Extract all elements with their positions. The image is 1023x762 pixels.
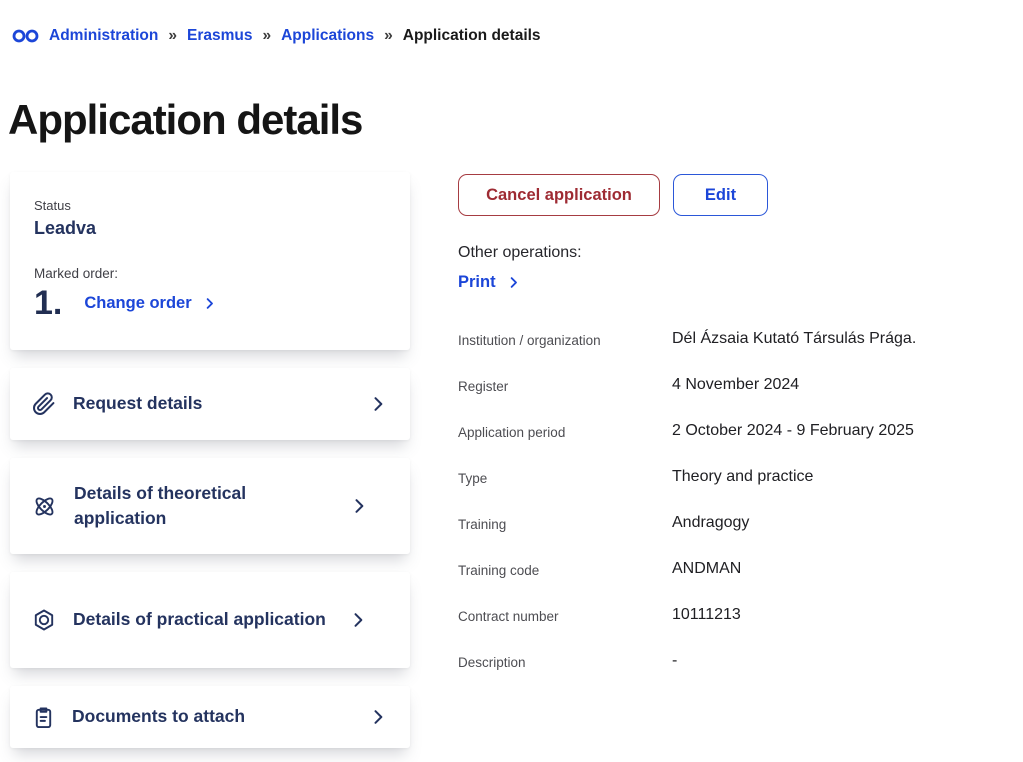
left-sidebar: Status Leadva Marked order: 1. Change or…: [10, 172, 410, 748]
detail-value: -: [672, 652, 948, 670]
breadcrumb-current-page: Application details: [403, 27, 541, 45]
chevron-right-icon: [202, 296, 217, 311]
detail-label: Register: [458, 376, 672, 394]
other-operations-label: Other operations:: [458, 244, 948, 262]
print-label: Print: [458, 273, 496, 292]
application-details-list: Institution / organization Dél Ázsaia Ku…: [458, 324, 948, 692]
breadcrumb-link-applications[interactable]: Applications: [281, 27, 374, 45]
detail-value: Theory and practice: [672, 468, 948, 486]
application-details-page: Administration » Erasmus » Applications …: [0, 0, 1023, 762]
nav-card-label: Details of theoretical application: [74, 481, 332, 532]
detail-row-contract-number: Contract number 10111213: [458, 600, 948, 646]
page-title: Application details: [8, 96, 362, 144]
chevron-right-icon: [506, 275, 521, 290]
edit-button[interactable]: Edit: [673, 174, 768, 216]
paperclip-icon: [32, 392, 56, 416]
chevron-right-icon: [349, 496, 369, 516]
main-content: Cancel application Edit Other operations…: [458, 174, 948, 692]
breadcrumb-link-erasmus[interactable]: Erasmus: [187, 27, 252, 45]
detail-label: Training: [458, 514, 672, 532]
status-card: Status Leadva Marked order: 1. Change or…: [10, 172, 410, 350]
status-value: Leadva: [34, 218, 386, 239]
marked-order-label: Marked order:: [34, 266, 386, 281]
chevron-right-icon: [368, 707, 388, 727]
hexagon-target-icon: [32, 608, 56, 632]
detail-row-type: Type Theory and practice: [458, 462, 948, 508]
app-logo-icon: [12, 28, 39, 44]
status-label: Status: [34, 198, 386, 213]
breadcrumb-separator: »: [168, 27, 177, 45]
nav-card-label: Documents to attach: [72, 704, 351, 729]
clipboard-icon: [32, 706, 55, 729]
print-link[interactable]: Print: [458, 273, 521, 292]
breadcrumb: Administration » Erasmus » Applications …: [12, 27, 541, 45]
detail-label: Type: [458, 468, 672, 486]
detail-value: 4 November 2024: [672, 376, 948, 394]
detail-label: Training code: [458, 560, 672, 578]
change-order-label: Change order: [84, 294, 191, 313]
detail-row-register: Register 4 November 2024: [458, 370, 948, 416]
nav-card-label: Request details: [73, 391, 351, 416]
breadcrumb-separator: »: [384, 27, 393, 45]
detail-label: Application period: [458, 422, 672, 440]
detail-row-application-period: Application period 2 October 2024 - 9 Fe…: [458, 416, 948, 462]
action-buttons: Cancel application Edit: [458, 174, 948, 216]
atom-icon: [32, 494, 57, 519]
detail-row-description: Description -: [458, 646, 948, 692]
detail-label: Contract number: [458, 606, 672, 624]
detail-value: Andragogy: [672, 514, 948, 532]
marked-order-value: 1.: [34, 286, 62, 320]
detail-value: 2 October 2024 - 9 February 2025: [672, 422, 948, 440]
chevron-right-icon: [348, 610, 368, 630]
detail-value: 10111213: [672, 606, 948, 624]
detail-row-training: Training Andragogy: [458, 508, 948, 554]
detail-value: ANDMAN: [672, 560, 948, 578]
detail-row-training-code: Training code ANDMAN: [458, 554, 948, 600]
change-order-link[interactable]: Change order: [84, 294, 216, 313]
marked-order-row: 1. Change order: [34, 286, 386, 320]
nav-card-theoretical-application[interactable]: Details of theoretical application: [10, 458, 410, 554]
nav-card-documents-to-attach[interactable]: Documents to attach: [10, 686, 410, 748]
detail-label: Institution / organization: [458, 330, 672, 348]
detail-label: Description: [458, 652, 672, 670]
breadcrumb-link-administration[interactable]: Administration: [49, 27, 158, 45]
nav-card-label: Details of practical application: [73, 607, 331, 632]
detail-value: Dél Ázsaia Kutató Társulás Prága.: [672, 330, 948, 348]
cancel-application-button[interactable]: Cancel application: [458, 174, 660, 216]
nav-card-practical-application[interactable]: Details of practical application: [10, 572, 410, 668]
chevron-right-icon: [368, 394, 388, 414]
nav-card-request-details[interactable]: Request details: [10, 368, 410, 440]
detail-row-institution: Institution / organization Dél Ázsaia Ku…: [458, 324, 948, 370]
breadcrumb-separator: »: [262, 27, 271, 45]
